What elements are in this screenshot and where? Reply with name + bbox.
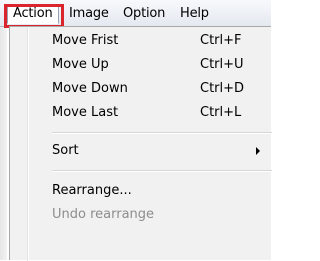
- menu-item-undo-rearrange: Undo rearrange: [10, 203, 272, 227]
- menu-item-shortcut: Ctrl+F: [200, 33, 242, 48]
- menu-item-rearrange[interactable]: Rearrange...: [10, 179, 272, 203]
- menu-bar: Action Image Option Help: [0, 0, 271, 27]
- menu-image[interactable]: Image: [64, 4, 114, 23]
- menu-item-label: Undo rearrange: [52, 207, 155, 222]
- menu-separator: [52, 170, 272, 172]
- menu-item-label: Rearrange...: [52, 183, 132, 198]
- menu-item-move-first[interactable]: Move Frist Ctrl+F: [10, 29, 272, 53]
- menu-item-label: Move Frist: [52, 33, 119, 48]
- menu-item-label: Move Up: [52, 57, 109, 72]
- menu-action[interactable]: Action: [7, 4, 59, 24]
- menu-separator: [52, 132, 272, 134]
- window-left-edge: [0, 0, 7, 260]
- menu-item-label: Move Last: [52, 105, 119, 120]
- menu-option[interactable]: Option: [118, 4, 170, 23]
- menu-item-move-down[interactable]: Move Down Ctrl+D: [10, 77, 272, 101]
- menu-item-shortcut: Ctrl+U: [200, 57, 244, 72]
- submenu-arrow-icon: [256, 147, 260, 155]
- menu-item-move-up[interactable]: Move Up Ctrl+U: [10, 53, 272, 77]
- action-dropdown-menu: Move Frist Ctrl+F Move Up Ctrl+U Move Do…: [9, 26, 272, 261]
- menu-item-sort[interactable]: Sort: [10, 139, 272, 163]
- menu-item-label: Sort: [52, 143, 79, 158]
- menu-item-shortcut: Ctrl+L: [200, 105, 242, 120]
- menu-item-move-last[interactable]: Move Last Ctrl+L: [10, 101, 272, 125]
- menu-item-label: Move Down: [52, 81, 128, 96]
- menu-item-shortcut: Ctrl+D: [200, 81, 245, 96]
- menu-help[interactable]: Help: [175, 4, 214, 23]
